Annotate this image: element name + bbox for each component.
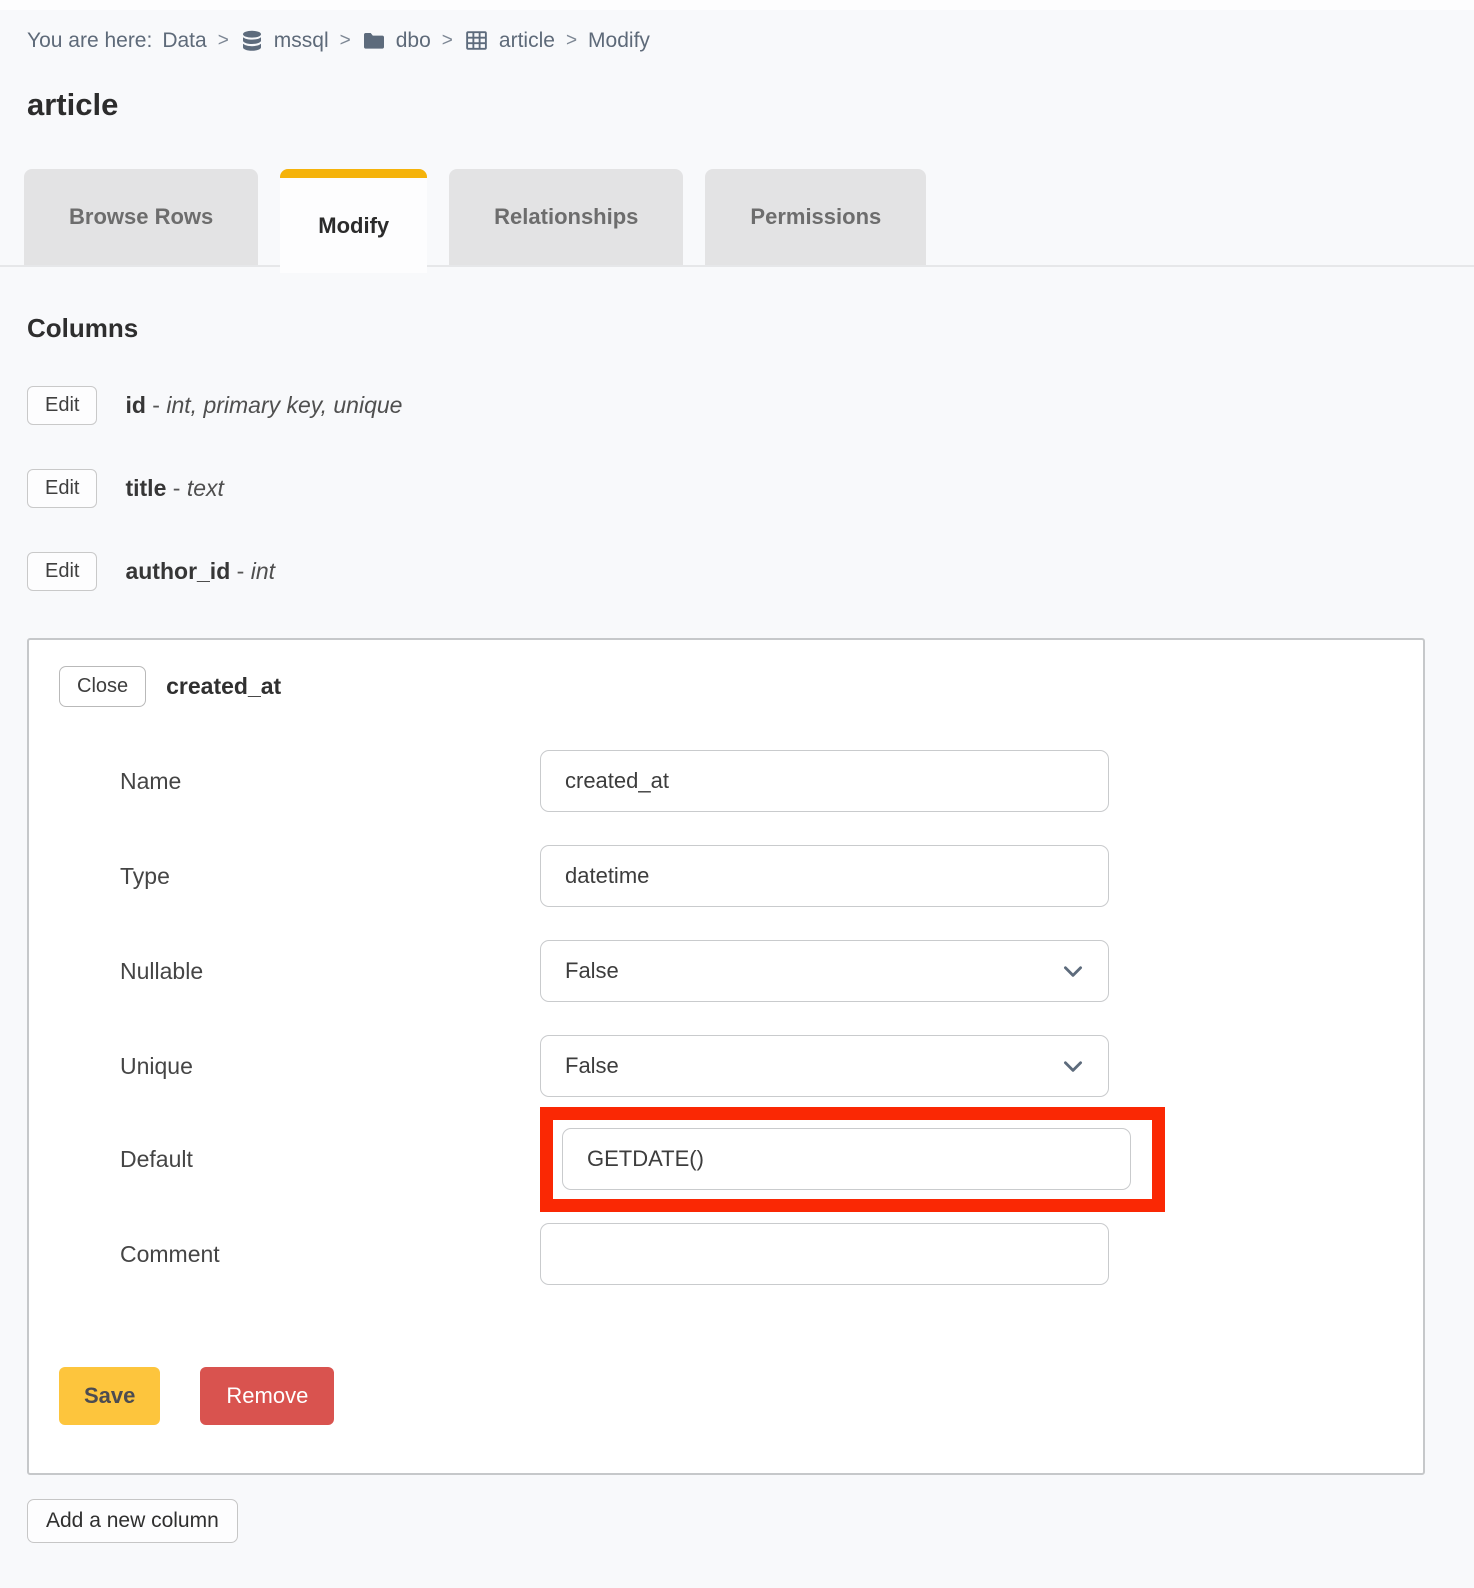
unique-selected-value: False bbox=[565, 1053, 619, 1079]
breadcrumb-item-dbo[interactable]: dbo bbox=[396, 29, 431, 53]
form-row-nullable: Nullable False bbox=[120, 940, 1393, 1002]
column-row-author_id: Edit author_id - int bbox=[27, 550, 1474, 592]
breadcrumb-separator: > bbox=[339, 29, 352, 53]
comment-input[interactable] bbox=[540, 1223, 1109, 1285]
column-editor-panel: Close created_at Name Type Nullable False U… bbox=[27, 638, 1425, 1475]
tab-browse-rows[interactable]: Browse Rows bbox=[24, 169, 258, 265]
form-row-default: Default bbox=[120, 1107, 1393, 1212]
type-label: Type bbox=[120, 863, 540, 890]
breadcrumb-separator: > bbox=[441, 29, 454, 53]
breadcrumb: You are here: Data > mssql > dbo > article >… bbox=[27, 28, 1474, 53]
type-input[interactable] bbox=[540, 845, 1109, 907]
default-highlight-annotation bbox=[540, 1107, 1165, 1212]
tab-bar: Browse RowsModifyRelationshipsPermission… bbox=[0, 169, 1474, 273]
column-description: int bbox=[251, 558, 275, 584]
table-icon bbox=[464, 28, 489, 53]
column-summary: title - text bbox=[125, 475, 223, 502]
breadcrumb-separator: > bbox=[217, 29, 230, 53]
nullable-select[interactable]: False bbox=[540, 940, 1109, 1002]
column-name: author_id bbox=[125, 558, 230, 584]
column-dash: - bbox=[166, 475, 186, 501]
columns-section: Columns Edit id - int, primary key, uniqu… bbox=[27, 313, 1474, 1543]
column-row-id: Edit id - int, primary key, unique bbox=[27, 384, 1474, 426]
page-title: article bbox=[27, 87, 1474, 123]
close-button[interactable]: Close bbox=[59, 666, 146, 707]
add-new-column-button[interactable]: Add a new column bbox=[27, 1499, 238, 1543]
column-summary: author_id - int bbox=[125, 558, 275, 585]
comment-label: Comment bbox=[120, 1241, 540, 1268]
tab-modify[interactable]: Modify bbox=[280, 169, 427, 273]
folder-icon bbox=[362, 29, 386, 53]
top-strip bbox=[0, 0, 1474, 10]
columns-heading: Columns bbox=[27, 313, 1474, 343]
save-button[interactable]: Save bbox=[59, 1367, 160, 1425]
remove-button[interactable]: Remove bbox=[200, 1367, 334, 1425]
form-row-unique: Unique False bbox=[120, 1035, 1393, 1097]
nullable-selected-value: False bbox=[565, 958, 619, 984]
edit-button-author_id[interactable]: Edit bbox=[27, 552, 97, 591]
form-row-comment: Comment bbox=[120, 1223, 1393, 1285]
tab-relationships[interactable]: Relationships bbox=[449, 169, 683, 265]
breadcrumb-item-article[interactable]: article bbox=[499, 29, 555, 53]
name-label: Name bbox=[120, 768, 540, 795]
database-icon bbox=[240, 29, 264, 53]
column-name: id bbox=[125, 392, 145, 418]
name-input[interactable] bbox=[540, 750, 1109, 812]
breadcrumb-item-data[interactable]: Data bbox=[162, 29, 206, 53]
column-name: title bbox=[125, 475, 166, 501]
column-summary: id - int, primary key, unique bbox=[125, 392, 402, 419]
unique-select[interactable]: False bbox=[540, 1035, 1109, 1097]
column-dash: - bbox=[230, 558, 250, 584]
column-description: int, primary key, unique bbox=[166, 392, 402, 418]
nullable-label: Nullable bbox=[120, 958, 540, 985]
tab-permissions[interactable]: Permissions bbox=[705, 169, 926, 265]
editing-column-name: created_at bbox=[166, 673, 281, 700]
edit-button-title[interactable]: Edit bbox=[27, 469, 97, 508]
unique-label: Unique bbox=[120, 1053, 540, 1080]
default-input[interactable] bbox=[562, 1128, 1131, 1190]
default-label: Default bbox=[120, 1146, 540, 1173]
form-row-name: Name bbox=[120, 750, 1393, 812]
breadcrumb-separator: > bbox=[565, 29, 578, 53]
breadcrumb-item-mssql[interactable]: mssql bbox=[274, 29, 329, 53]
column-editor-header: Close created_at bbox=[59, 666, 1393, 707]
column-row-title: Edit title - text bbox=[27, 467, 1474, 509]
breadcrumb-item-modify: Modify bbox=[588, 29, 650, 53]
breadcrumb-prefix: You are here: bbox=[27, 29, 152, 53]
editor-actions: Save Remove bbox=[59, 1367, 1393, 1425]
form-row-type: Type bbox=[120, 845, 1393, 907]
chevron-down-icon bbox=[1060, 1053, 1086, 1079]
edit-button-id[interactable]: Edit bbox=[27, 386, 97, 425]
column-description: text bbox=[187, 475, 224, 501]
chevron-down-icon bbox=[1060, 958, 1086, 984]
column-dash: - bbox=[146, 392, 166, 418]
